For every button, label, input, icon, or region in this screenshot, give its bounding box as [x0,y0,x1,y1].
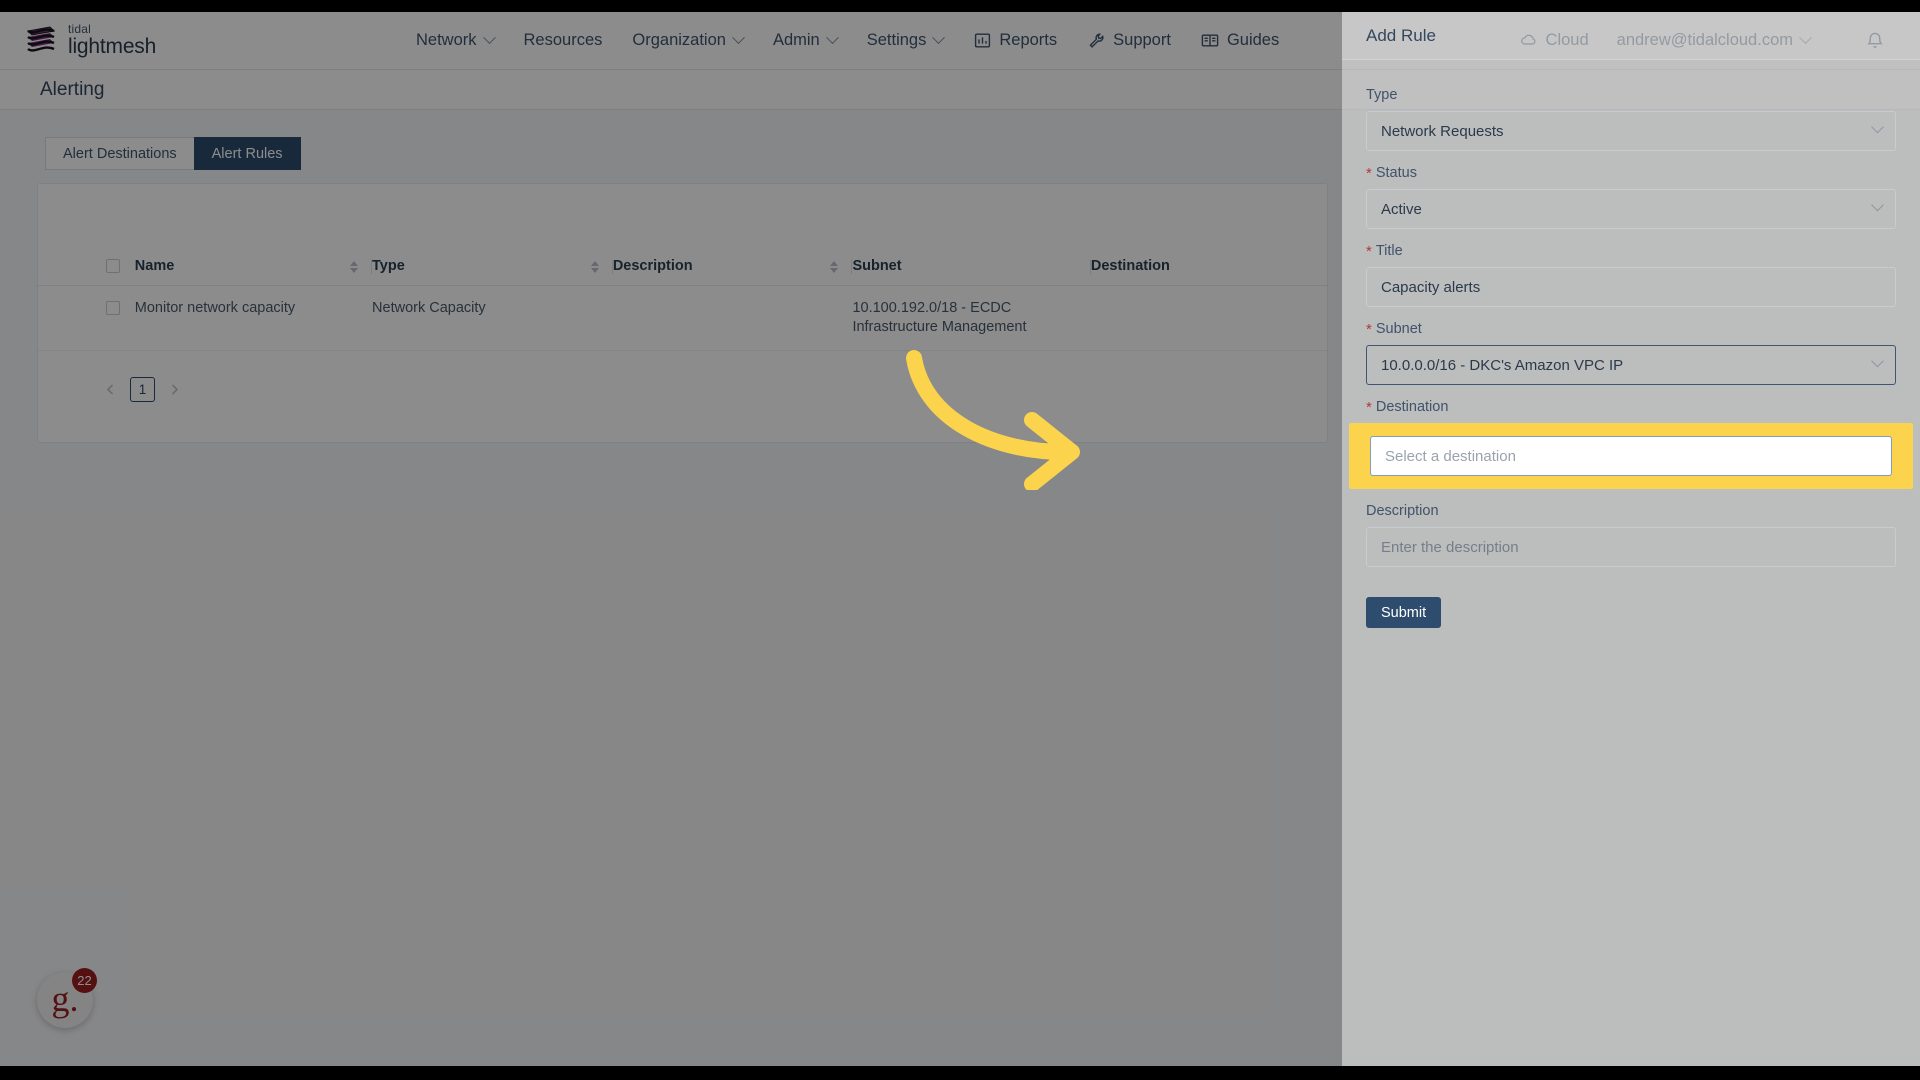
field-status: * Status Active [1366,165,1896,229]
status-select-value: Active [1381,200,1422,218]
type-select-value: Network Requests [1381,122,1504,140]
description-input[interactable]: Enter the description [1366,527,1896,567]
field-label-text: Description [1366,503,1439,519]
subnet-select[interactable]: 10.0.0.0/16 - DKC's Amazon VPC IP [1366,345,1896,385]
required-asterisk-icon: * [1366,320,1372,338]
field-label-title: * Title [1366,243,1896,259]
chevron-down-icon [1871,354,1884,368]
capture-bar-top [0,0,1920,12]
field-label-destination: * Destination [1366,399,1896,415]
title-input[interactable]: Capacity alerts [1366,267,1896,307]
required-asterisk-icon: * [1366,164,1372,182]
screenshot-root: tidal lightmesh Network Resources Organi… [0,0,1920,1080]
field-title: * Title Capacity alerts [1366,243,1896,307]
drawer-form: Type Network Requests * Status Active * … [1342,60,1920,628]
field-subnet: * Subnet 10.0.0.0/16 - DKC's Amazon VPC … [1366,321,1896,385]
add-rule-drawer: Add Rule Type Network Requests * Status [1342,12,1920,1066]
field-label-status: * Status [1366,165,1896,181]
field-label-text: Type [1366,87,1398,103]
required-asterisk-icon: * [1366,398,1372,416]
status-select[interactable]: Active [1366,189,1896,229]
annotation-highlight-box: Select a destination [1349,423,1913,489]
field-label-text: Subnet [1375,321,1422,337]
chevron-down-icon [1871,120,1884,134]
drawer-header: Add Rule [1342,12,1920,60]
field-label-subnet: * Subnet [1366,321,1896,337]
destination-select-placeholder: Select a destination [1385,447,1516,465]
field-label-text: Destination [1375,399,1449,415]
type-select[interactable]: Network Requests [1366,111,1896,151]
title-input-value: Capacity alerts [1381,278,1481,296]
field-label-description: Description [1366,503,1896,519]
description-input-placeholder: Enter the description [1381,538,1519,556]
field-label-text: Title [1375,243,1403,259]
field-label-type: Type [1366,87,1896,103]
field-label-text: Status [1375,165,1417,181]
destination-select[interactable]: Select a destination [1370,436,1892,476]
field-destination: * Destination Select a destination [1349,399,1913,489]
capture-bar-bottom [0,1066,1920,1080]
field-type: Type Network Requests [1366,87,1896,151]
chevron-down-icon [1871,198,1884,212]
subnet-select-value: 10.0.0.0/16 - DKC's Amazon VPC IP [1381,356,1624,374]
required-asterisk-icon: * [1366,242,1372,260]
submit-button[interactable]: Submit [1366,597,1442,628]
field-description: Description Enter the description [1366,503,1896,567]
drawer-title: Add Rule [1366,25,1436,45]
